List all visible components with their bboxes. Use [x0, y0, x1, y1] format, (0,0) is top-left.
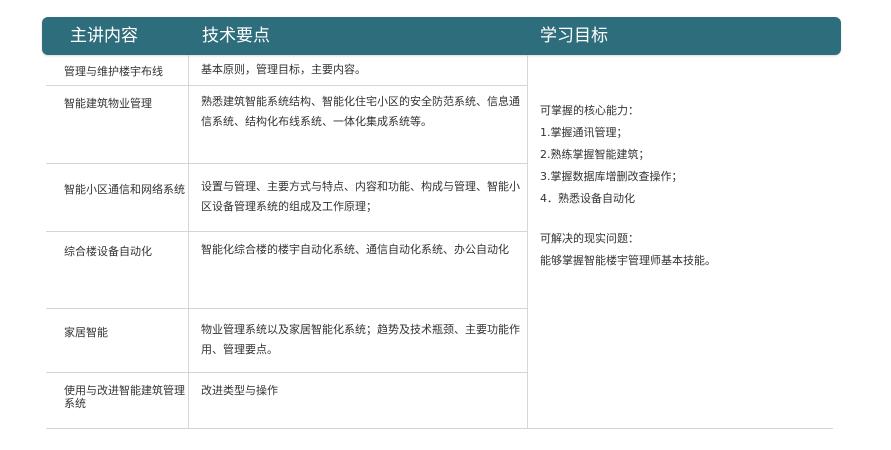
row-tech-point: 智能化综合楼的楼宇自动化系统、通信自动化系统、办公自动化 — [201, 243, 509, 256]
row-divider — [46, 372, 527, 373]
row-divider — [46, 308, 527, 309]
row-topic: 智能建筑物业管理 — [64, 97, 152, 110]
row-divider — [46, 231, 527, 232]
row-topic: 综合楼设备自动化 — [64, 245, 152, 258]
row-tech-point: 基本原则，管理目标，主要内容。 — [201, 63, 366, 76]
learning-goals: 可掌握的核心能力： 1.掌握通讯管理； 2.熟练掌握智能建筑； 3.掌握数据库增… — [540, 100, 820, 272]
header-tech-points: 技术要点 — [202, 26, 270, 46]
row-topic: 使用与改进智能建筑管理系统 — [64, 384, 185, 410]
row-tech-point: 设置与管理、主要方式与特点、内容和功能、构成与管理、智能小区设备管理系统的组成及… — [201, 180, 520, 213]
row-topic: 管理与维护楼宇布线 — [64, 65, 163, 78]
row-topic: 家居智能 — [64, 326, 108, 339]
row-topic: 智能小区通信和网络系统 — [64, 183, 185, 196]
header-topic: 主讲内容 — [70, 26, 138, 46]
course-table: 管理与维护楼宇布线 基本原则，管理目标，主要内容。 智能建筑物业管理 熟悉建筑智… — [46, 55, 833, 429]
row-tech-point: 改进类型与操作 — [201, 384, 278, 397]
table-header: 主讲内容 技术要点 学习目标 — [42, 17, 841, 55]
row-tech-point: 物业管理系统以及家居智能化系统；趋势及技术瓶颈、主要功能作用、管理要点。 — [201, 323, 520, 356]
core-ability-item: 4．熟悉设备自动化 — [540, 192, 635, 205]
column-divider — [527, 55, 528, 428]
core-ability-title: 可掌握的核心能力： — [540, 104, 639, 117]
row-divider — [46, 85, 527, 86]
problem-text: 能够掌握智能楼宇管理师基本技能。 — [540, 254, 716, 267]
core-ability-item: 2.熟练掌握智能建筑； — [540, 148, 650, 161]
row-tech-point: 熟悉建筑智能系统结构、智能化住宅小区的安全防范系统、信息通信系统、结构化布线系统… — [201, 95, 520, 128]
row-divider — [46, 163, 527, 164]
problem-title: 可解决的现实问题： — [540, 232, 639, 245]
core-ability-item: 3.掌握数据库增删改查操作； — [540, 170, 683, 183]
header-learning-goals: 学习目标 — [540, 26, 608, 46]
core-ability-item: 1.掌握通讯管理； — [540, 126, 628, 139]
